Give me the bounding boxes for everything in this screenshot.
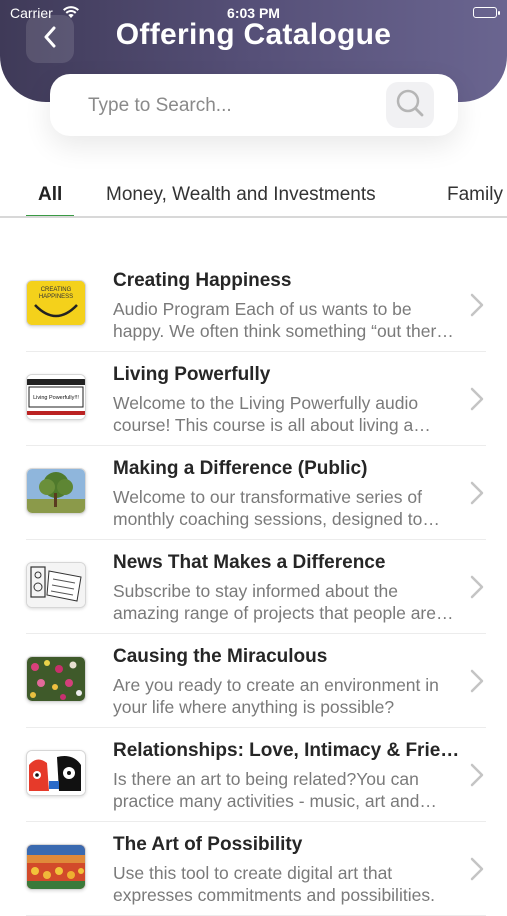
thumb-text: Living Powerfully!!!	[33, 395, 79, 401]
item-title: The Art of Possibility	[113, 834, 303, 855]
item-description: Welcome to the Living Powerfully audio c…	[113, 393, 419, 435]
category-tabs: All Money, Wealth and Investments Family	[0, 174, 507, 218]
thumb-text: HAPPINESS	[39, 294, 73, 300]
chevron-right-icon	[470, 857, 484, 881]
item-title: Creating Happiness	[113, 270, 292, 291]
list-item[interactable]: News That Makes a Difference Subscribe t…	[26, 540, 486, 634]
list-item[interactable]: The Art of Possibility Use this tool to …	[26, 822, 486, 916]
page-title: Offering Catalogue	[115, 18, 392, 51]
item-title: Causing the Miraculous	[113, 646, 328, 667]
item-description: Audio Program Each of us wants to be hap…	[113, 299, 452, 341]
item-title: News That Makes a Difference	[113, 552, 386, 573]
tab-family[interactable]: Family	[447, 184, 503, 216]
thumbnail-creating-happiness: CREATING HAPPINESS	[26, 280, 86, 326]
thumbnail-causing-the-miraculous	[26, 656, 86, 702]
item-description: Subscribe to stay informed about the ama…	[113, 581, 436, 623]
thumbnail-art-of-possibility	[26, 844, 86, 890]
chevron-right-icon	[470, 763, 484, 787]
list-item[interactable]: CREATING HAPPINESS Creating Happiness Au…	[26, 258, 486, 352]
item-title: Making a Difference (Public)	[113, 458, 368, 479]
item-title: Living Powerfully	[113, 364, 271, 385]
list-item[interactable]: Causing the Miraculous Are you ready to …	[26, 634, 486, 728]
thumb-text: CREATING	[41, 287, 72, 293]
item-description: Welcome to our transformative series of …	[113, 487, 423, 529]
chevron-right-icon	[470, 575, 484, 599]
chevron-right-icon	[470, 669, 484, 693]
item-title: Relationships: Love, Intimacy & Friendsh…	[113, 740, 463, 761]
item-description: Is there an art to being related?You can…	[113, 769, 420, 811]
list-item[interactable]: Living Powerfully!!! Living Powerfully W…	[26, 352, 486, 446]
thumbnail-making-a-difference	[26, 468, 86, 514]
chevron-right-icon	[470, 293, 484, 317]
search-button[interactable]	[386, 82, 434, 128]
list-item[interactable]: Relationships: Love, Intimacy & Friendsh…	[26, 728, 486, 822]
search-input[interactable]	[86, 92, 390, 120]
chevron-right-icon	[470, 481, 484, 505]
thumbnail-news	[26, 562, 86, 608]
tab-money-wealth-investments[interactable]: Money, Wealth and Investments	[106, 184, 376, 216]
search-bar	[50, 74, 458, 136]
thumbnail-living-powerfully: Living Powerfully!!!	[26, 374, 86, 420]
tab-all[interactable]: All	[25, 184, 75, 216]
battery-icon	[473, 7, 500, 18]
search-icon	[395, 88, 425, 123]
chevron-right-icon	[470, 387, 484, 411]
item-description: Are you ready to create an environment i…	[113, 675, 439, 717]
list-item[interactable]: Making a Difference (Public) Welcome to …	[26, 446, 486, 540]
item-description: Use this tool to create digital art that…	[113, 863, 435, 905]
thumbnail-relationships	[26, 750, 86, 796]
